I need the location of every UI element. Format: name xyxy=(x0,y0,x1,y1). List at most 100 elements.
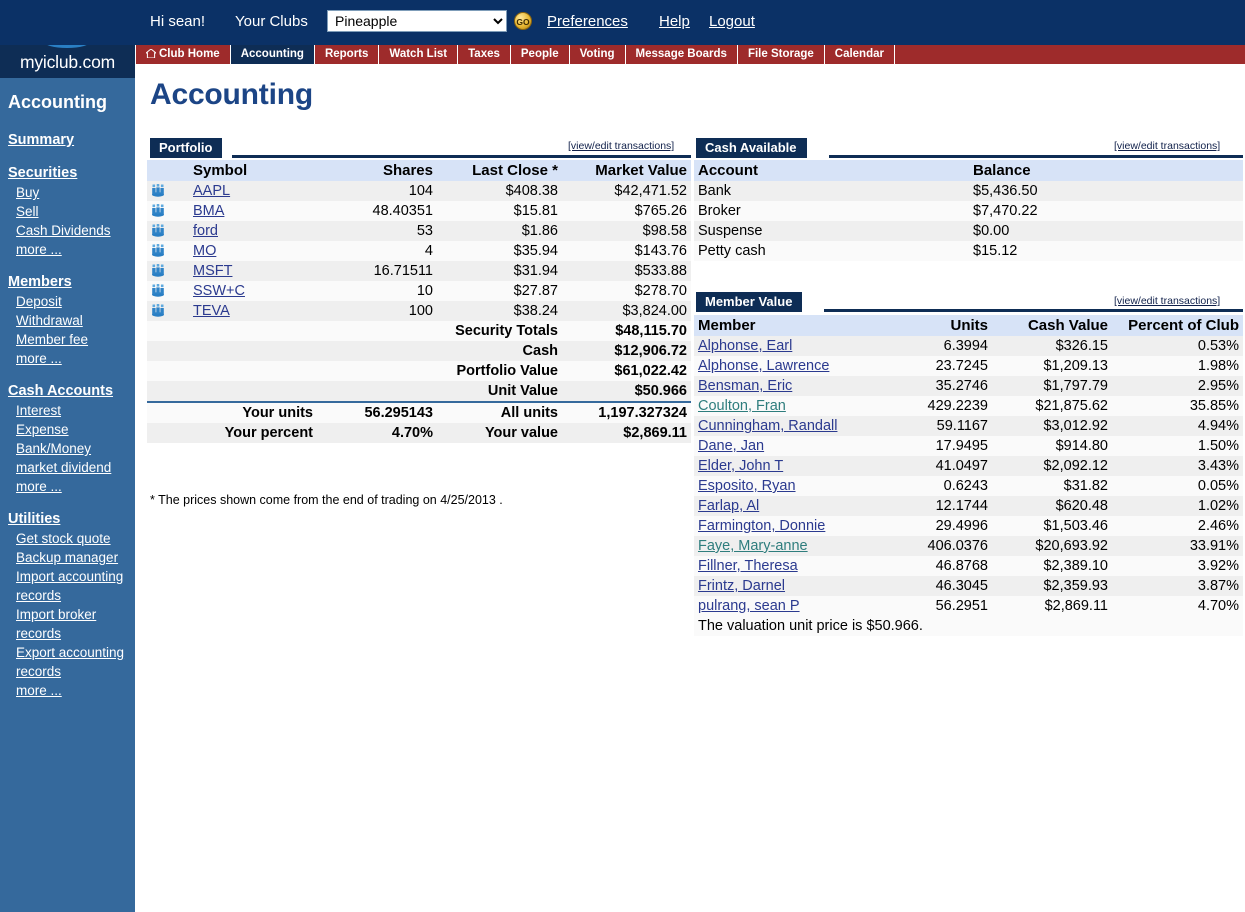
sidebar-item-withdrawal[interactable]: Withdrawal xyxy=(0,311,135,330)
sidebar-item-get-stock-quote[interactable]: Get stock quote xyxy=(0,529,135,548)
member-name-link[interactable]: pulrang, sean P xyxy=(698,598,800,614)
portfolio-symbol-link[interactable]: SSW+C xyxy=(193,283,245,299)
portfolio-total-label: Cash xyxy=(437,341,562,361)
sidebar-item-import-accounting-records[interactable]: Import accounting records xyxy=(0,567,135,605)
tab-calendar[interactable]: Calendar xyxy=(824,45,895,64)
tab-watch-list[interactable]: Watch List xyxy=(379,45,459,64)
portfolio-symbol-link[interactable]: AAPL xyxy=(193,183,230,199)
portfolio-row-symbol[interactable]: AAPL xyxy=(171,181,317,201)
help-link[interactable]: Help xyxy=(659,13,690,30)
portfolio-row-symbol[interactable]: ford xyxy=(171,221,317,241)
portfolio-row-shares: 48.40351 xyxy=(317,201,437,221)
tab-reports[interactable]: Reports xyxy=(314,45,380,64)
member-name-link[interactable]: Bensman, Eric xyxy=(698,378,792,394)
sidebar-item-expense[interactable]: Expense xyxy=(0,420,135,439)
portfolio-row: SSW+C 10 $27.87 $278.70 xyxy=(147,281,691,301)
portfolio-symbol-link[interactable]: MO xyxy=(193,243,216,259)
sidebar-item-cash-accounts[interactable]: Cash Accounts xyxy=(0,382,135,401)
sidebar-item-import-broker-records[interactable]: Import broker records xyxy=(0,605,135,643)
portfolio-symbol-link[interactable]: TEVA xyxy=(193,303,230,319)
sidebar-item-cash-accounts-more[interactable]: more ... xyxy=(0,477,135,496)
member-name-link[interactable]: Farmington, Donnie xyxy=(698,518,825,534)
member-row-units: 6.3994 xyxy=(874,336,992,356)
sidebar-item-securities-more[interactable]: more ... xyxy=(0,240,135,259)
member-name-link[interactable]: Fillner, Theresa xyxy=(698,558,798,574)
home-icon xyxy=(146,49,156,58)
sidebar-item-deposit[interactable]: Deposit xyxy=(0,292,135,311)
portfolio-row-symbol[interactable]: SSW+C xyxy=(171,281,317,301)
member-name-link[interactable]: Alphonse, Earl xyxy=(698,338,792,354)
member-row: Faye, Mary-anne 406.0376 $20,693.92 33.91% xyxy=(694,536,1243,556)
sidebar-group-utilities: Utilities Get stock quote Backup manager… xyxy=(0,510,135,700)
member-name-link[interactable]: Coulton, Fran xyxy=(698,398,786,414)
sidebar-item-utilities[interactable]: Utilities xyxy=(0,510,135,529)
member-row-name[interactable]: Cunningham, Randall xyxy=(694,416,874,436)
preferences-link[interactable]: Preferences xyxy=(547,13,628,30)
sidebar-item-backup-manager[interactable]: Backup manager xyxy=(0,548,135,567)
sidebar-item-buy[interactable]: Buy xyxy=(0,183,135,202)
member-value-view-edit-transactions-link[interactable]: [view/edit transactions] xyxy=(1114,295,1220,307)
sidebar-item-members-more[interactable]: more ... xyxy=(0,349,135,368)
sidebar-item-summary[interactable]: Summary xyxy=(0,131,135,150)
member-name-link[interactable]: Cunningham, Randall xyxy=(698,418,837,434)
member-name-link[interactable]: Elder, John T xyxy=(698,458,783,474)
member-name-link[interactable]: Alphonse, Lawrence xyxy=(698,358,829,374)
portfolio-row-symbol[interactable]: TEVA xyxy=(171,301,317,321)
tab-file-storage[interactable]: File Storage xyxy=(737,45,825,64)
tab-club-home[interactable]: Club Home xyxy=(135,45,231,64)
logout-link[interactable]: Logout xyxy=(709,13,755,30)
portfolio-symbol-link[interactable]: MSFT xyxy=(193,263,232,279)
member-name-link[interactable]: Farlap, Al xyxy=(698,498,759,514)
sidebar-item-securities[interactable]: Securities xyxy=(0,164,135,183)
portfolio-symbol-link[interactable]: BMA xyxy=(193,203,224,219)
member-row-name[interactable]: Bensman, Eric xyxy=(694,376,874,396)
go-button[interactable]: GO xyxy=(514,12,532,30)
sidebar-item-utilities-more[interactable]: more ... xyxy=(0,681,135,700)
member-row-name[interactable]: Coulton, Fran xyxy=(694,396,874,416)
member-row-name[interactable]: Frintz, Darnel xyxy=(694,576,874,596)
tab-people[interactable]: People xyxy=(510,45,570,64)
cash-available-view-edit-transactions-link[interactable]: [view/edit transactions] xyxy=(1114,140,1220,152)
cash-row: Broker $7,470.22 xyxy=(694,201,1243,221)
member-name-link[interactable]: Dane, Jan xyxy=(698,438,764,454)
tab-accounting[interactable]: Accounting xyxy=(230,45,315,64)
member-row-name[interactable]: Fillner, Theresa xyxy=(694,556,874,576)
member-row-cash-value: $326.15 xyxy=(992,336,1112,356)
sidebar-item-member-fee[interactable]: Member fee xyxy=(0,330,135,349)
portfolio-row-market-value: $533.88 xyxy=(562,261,691,281)
member-name-link[interactable]: Faye, Mary-anne xyxy=(698,538,808,554)
member-row-name[interactable]: Esposito, Ryan xyxy=(694,476,874,496)
member-name-link[interactable]: Esposito, Ryan xyxy=(698,478,796,494)
tab-taxes[interactable]: Taxes xyxy=(458,45,511,64)
member-row-name[interactable]: Alphonse, Lawrence xyxy=(694,356,874,376)
portfolio-row-symbol[interactable]: MO xyxy=(171,241,317,261)
member-row-name[interactable]: Faye, Mary-anne xyxy=(694,536,874,556)
portfolio-row-shares: 16.71511 xyxy=(317,261,437,281)
portfolio-row-symbol[interactable]: MSFT xyxy=(171,261,317,281)
portfolio-row: AAPL 104 $408.38 $42,471.52 xyxy=(147,181,691,201)
member-name-link[interactable]: Frintz, Darnel xyxy=(698,578,785,594)
member-row-cash-value: $1,797.79 xyxy=(992,376,1112,396)
sidebar-item-interest[interactable]: Interest xyxy=(0,401,135,420)
portfolio-symbol-link[interactable]: ford xyxy=(193,223,218,239)
sidebar-item-members[interactable]: Members xyxy=(0,273,135,292)
sidebar-item-sell[interactable]: Sell xyxy=(0,202,135,221)
member-row-name[interactable]: Alphonse, Earl xyxy=(694,336,874,356)
member-row-units: 41.0497 xyxy=(874,456,992,476)
sidebar-item-cash-dividends[interactable]: Cash Dividends xyxy=(0,221,135,240)
sidebar-item-export-accounting-records[interactable]: Export accounting records xyxy=(0,643,135,681)
tab-voting[interactable]: Voting xyxy=(569,45,626,64)
portfolio-view-edit-transactions-link[interactable]: [view/edit transactions] xyxy=(568,140,674,152)
member-row-name[interactable]: pulrang, sean P xyxy=(694,596,874,616)
tab-message-boards[interactable]: Message Boards xyxy=(625,45,738,64)
member-row-name[interactable]: Farmington, Donnie xyxy=(694,516,874,536)
member-row-name[interactable]: Dane, Jan xyxy=(694,436,874,456)
club-select[interactable]: Pineapple xyxy=(327,10,507,32)
member-row-name[interactable]: Elder, John T xyxy=(694,456,874,476)
cash-row-account: Suspense xyxy=(694,221,969,241)
member-row-name[interactable]: Farlap, Al xyxy=(694,496,874,516)
sidebar-item-bank-money-market-dividend[interactable]: Bank/Money market dividend xyxy=(0,439,135,477)
member-row: Fillner, Theresa 46.8768 $2,389.10 3.92% xyxy=(694,556,1243,576)
portfolio-row-symbol[interactable]: BMA xyxy=(171,201,317,221)
member-row-percent: 1.50% xyxy=(1112,436,1243,456)
